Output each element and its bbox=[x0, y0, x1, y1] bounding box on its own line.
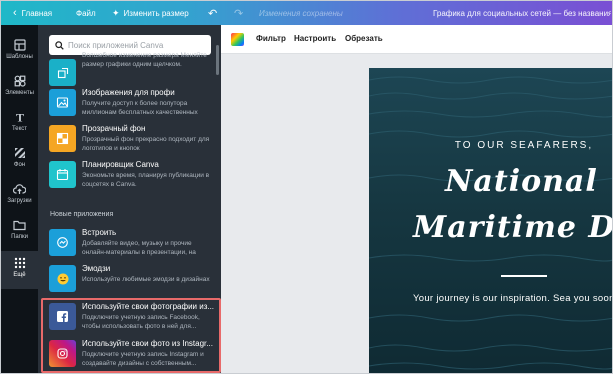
sidebar-item-uploads[interactable]: Загрузки bbox=[1, 177, 38, 213]
image-toolbar: Фильтр Настроить Обрезать bbox=[221, 25, 612, 54]
sidebar-item-label: Элементы bbox=[5, 90, 34, 96]
facebook-icon bbox=[57, 311, 68, 322]
app-item-instagram-photos[interactable]: Используйте свои фото из Instagr... Подк… bbox=[49, 338, 215, 373]
home-label: Главная bbox=[21, 8, 53, 18]
sidebar-item-label: Текст bbox=[11, 126, 28, 132]
new-apps-heading: Новые приложения bbox=[50, 211, 114, 218]
sidebar-item-more[interactable]: Ещё bbox=[1, 251, 38, 289]
app-icon bbox=[49, 265, 76, 292]
sidebar-item-templates[interactable]: Шаблоны bbox=[1, 33, 38, 69]
save-status: Изменения сохранены bbox=[259, 8, 343, 18]
app-item-emoji[interactable]: Эмодзи Используйте любимые эмодзи в диза… bbox=[49, 263, 215, 299]
app-item-transparent-bg[interactable]: Прозрачный фон Прозрачный фон прекрасно … bbox=[49, 123, 215, 159]
app-icon bbox=[49, 340, 76, 367]
home-button[interactable]: ‹ Главная bbox=[13, 1, 52, 25]
app-icon bbox=[49, 161, 76, 188]
design-kicker-text[interactable]: TO OUR SEAFARERS, bbox=[369, 140, 612, 151]
app-description: Волшебное изменение размера Меняйте разм… bbox=[82, 52, 207, 68]
sidebar-rail: Шаблоны Элементы T Текст Фон Загрузки Па… bbox=[1, 25, 38, 373]
app-name: Эмодзи bbox=[82, 264, 111, 273]
app-icon bbox=[49, 303, 76, 330]
design-headline-line1[interactable]: National bbox=[445, 164, 598, 199]
resize-label: Изменить размер bbox=[123, 8, 189, 18]
sidebar-item-folders[interactable]: Папки bbox=[1, 213, 38, 249]
top-bar: ‹ Главная Файл ✦ Изменить размер ↶ ↷ Изм… bbox=[1, 1, 612, 25]
app-name: Используйте свои фото из Instagr... bbox=[82, 339, 213, 348]
text-icon: T bbox=[15, 111, 23, 123]
calendar-icon bbox=[56, 169, 69, 181]
crop-button[interactable]: Обрезать bbox=[345, 34, 383, 43]
design-subtitle[interactable]: Your journey is our inspiration. Sea you… bbox=[413, 293, 612, 304]
sidebar-item-label: Загрузки bbox=[7, 198, 32, 204]
app-name: Используйте свои фотографии из... bbox=[82, 302, 215, 311]
layout-icon bbox=[13, 39, 26, 51]
design-headline-line2[interactable]: Maritime Day bbox=[413, 210, 612, 245]
apps-panel: Волшебное изменение размера Меняйте разм… bbox=[38, 25, 221, 373]
app-description: Используйте любимые эмодзи в дизайнах bbox=[82, 276, 210, 283]
resize-button[interactable]: ✦ Изменить размер bbox=[112, 1, 189, 25]
app-description: Получите доступ к более полутора миллион… bbox=[82, 100, 198, 116]
app-icon bbox=[49, 125, 76, 152]
app-name: Прозрачный фон bbox=[82, 124, 146, 133]
svg-text:T: T bbox=[15, 111, 23, 123]
undo-icon[interactable]: ↶ bbox=[208, 1, 217, 25]
sparkle-icon: ✦ bbox=[112, 7, 120, 18]
app-item-embed[interactable]: Встроить Добавляйте видео, музыку и проч… bbox=[49, 227, 215, 263]
app-name: Встроить bbox=[82, 228, 117, 237]
panel-scrollbar[interactable] bbox=[216, 45, 219, 75]
filter-button[interactable]: Фильтр bbox=[256, 34, 286, 43]
background-icon bbox=[14, 148, 25, 158]
chevron-left-icon: ‹ bbox=[13, 6, 17, 19]
design-title[interactable]: Графика для социальных сетей — без назва… bbox=[433, 1, 611, 25]
app-item-planner[interactable]: Планировщик Canva Экономьте время, плани… bbox=[49, 159, 215, 195]
canva-editor-window: ‹ Главная Файл ✦ Изменить размер ↶ ↷ Изм… bbox=[0, 0, 613, 374]
sidebar-item-text[interactable]: T Текст bbox=[1, 105, 38, 141]
app-icon bbox=[49, 89, 76, 116]
emoji-icon bbox=[57, 273, 68, 284]
sidebar-item-label: Фон bbox=[13, 162, 26, 168]
sidebar-item-label: Шаблоны bbox=[6, 54, 33, 60]
redo-icon[interactable]: ↷ bbox=[234, 1, 243, 25]
instagram-icon bbox=[57, 348, 68, 359]
embed-icon bbox=[57, 237, 68, 248]
sidebar-item-background[interactable]: Фон bbox=[1, 141, 38, 177]
folder-icon bbox=[13, 220, 26, 231]
shapes-icon bbox=[14, 75, 26, 87]
file-menu-button[interactable]: Файл bbox=[76, 1, 96, 25]
transparent-icon bbox=[56, 132, 69, 145]
sidebar-item-elements[interactable]: Элементы bbox=[1, 69, 38, 105]
app-description: Экономьте время, планируя публикации в с… bbox=[82, 172, 210, 188]
app-item-facebook-photos[interactable]: Используйте свои фотографии из... Подклю… bbox=[49, 301, 215, 337]
search-input[interactable] bbox=[68, 40, 198, 50]
adjust-button[interactable]: Настроить bbox=[294, 34, 336, 43]
app-icon bbox=[49, 229, 76, 256]
design-divider[interactable] bbox=[501, 275, 547, 277]
app-description: Добавляйте видео, музыку и прочие онлайн… bbox=[82, 240, 196, 256]
app-description: Прозрачный фон прекрасно подходит для ло… bbox=[82, 136, 210, 152]
search-icon bbox=[55, 40, 64, 50]
app-name: Планировщик Canva bbox=[82, 160, 159, 169]
app-description: Подключите учетную запись Instagram и со… bbox=[82, 351, 204, 367]
grid-dots-icon bbox=[14, 257, 25, 269]
sidebar-item-label: Ещё bbox=[13, 272, 26, 278]
design-canvas[interactable]: TO OUR SEAFARERS, National Maritime Day … bbox=[369, 68, 612, 373]
resize-icon bbox=[57, 67, 68, 78]
app-name: Изображения для профи bbox=[82, 88, 175, 97]
cloud-upload-icon bbox=[13, 184, 26, 194]
image-icon bbox=[56, 97, 69, 108]
app-item-pro-images[interactable]: Изображения для профи Получите доступ к … bbox=[49, 87, 215, 123]
sidebar-item-label: Папки bbox=[11, 234, 28, 240]
app-description: Подключите учетную запись Facebook, чтоб… bbox=[82, 314, 200, 330]
color-picker-icon[interactable] bbox=[231, 33, 244, 46]
app-icon bbox=[49, 59, 76, 86]
